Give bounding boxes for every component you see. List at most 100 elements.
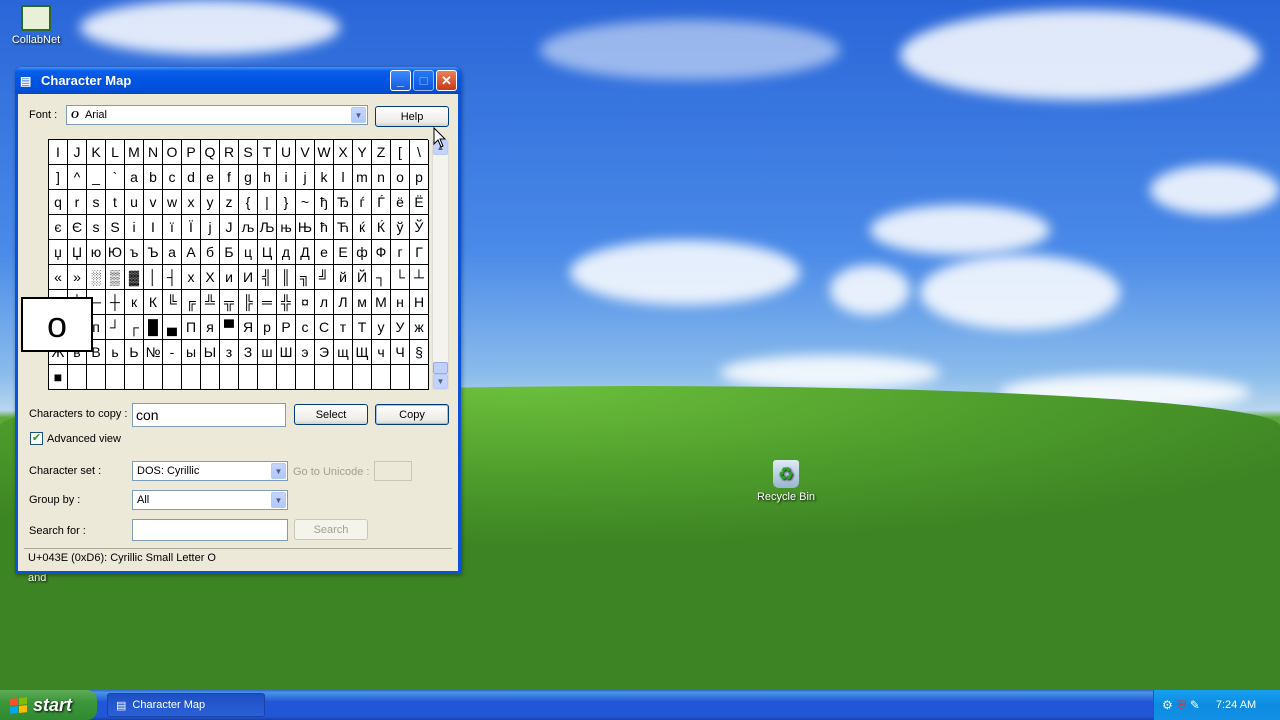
charset-combo[interactable]: DOS: Cyrillic ▼ — [132, 461, 288, 481]
desktop-icon-collabnet[interactable]: CollabNet — [0, 5, 74, 46]
character-cell[interactable] — [87, 365, 106, 390]
character-cell[interactable]: љ — [239, 215, 258, 240]
character-cell[interactable]: d — [182, 165, 201, 190]
character-cell[interactable]: Ю — [106, 240, 125, 265]
character-cell[interactable]: u — [125, 190, 144, 215]
character-cell[interactable]: Н — [410, 290, 429, 315]
character-cell[interactable]: Ї — [182, 215, 201, 240]
taskbar-item-character-map[interactable]: ▤ Character Map — [107, 693, 265, 717]
character-cell[interactable]: w — [163, 190, 182, 215]
character-cell[interactable]: ▄ — [163, 315, 182, 340]
character-cell[interactable]: O — [163, 140, 182, 165]
character-cell[interactable]: ъ — [125, 240, 144, 265]
minimize-button[interactable]: _ — [390, 70, 411, 91]
search-input[interactable] — [132, 519, 288, 541]
character-cell[interactable]: і — [125, 215, 144, 240]
character-cell[interactable]: Ф — [372, 240, 391, 265]
character-cell[interactable]: И — [239, 265, 258, 290]
character-cell[interactable]: э — [296, 340, 315, 365]
character-cell[interactable]: Ч — [391, 340, 410, 365]
character-cell[interactable]: X — [334, 140, 353, 165]
character-cell[interactable]: r — [68, 190, 87, 215]
character-cell[interactable]: P — [182, 140, 201, 165]
character-cell[interactable]: М — [372, 290, 391, 315]
advanced-view-checkbox[interactable]: ✔ — [30, 432, 43, 445]
character-cell[interactable]: j — [296, 165, 315, 190]
character-cell[interactable] — [163, 365, 182, 390]
character-cell[interactable]: S — [239, 140, 258, 165]
character-cell[interactable]: l — [334, 165, 353, 190]
character-cell[interactable]: Г — [410, 240, 429, 265]
character-cell[interactable]: h — [258, 165, 277, 190]
character-cell[interactable]: v — [144, 190, 163, 215]
character-cell[interactable]: y — [201, 190, 220, 215]
character-cell[interactable]: б — [201, 240, 220, 265]
character-cell[interactable]: ] — [49, 165, 68, 190]
character-cell[interactable]: Ђ — [334, 190, 353, 215]
character-cell[interactable]: ` — [106, 165, 125, 190]
character-cell[interactable]: т — [334, 315, 353, 340]
character-cell[interactable]: х — [182, 265, 201, 290]
character-cell[interactable]: Q — [201, 140, 220, 165]
character-cell[interactable] — [391, 365, 410, 390]
character-cell[interactable] — [315, 365, 334, 390]
chevron-down-icon[interactable]: ▼ — [271, 463, 286, 479]
character-cell[interactable]: x — [182, 190, 201, 215]
character-cell[interactable]: Й — [353, 265, 372, 290]
character-cell[interactable]: є — [49, 215, 68, 240]
character-cell[interactable]: o — [391, 165, 410, 190]
character-cell[interactable]: й — [334, 265, 353, 290]
character-cell[interactable]: ╝ — [315, 265, 334, 290]
character-cell[interactable]: b — [144, 165, 163, 190]
character-cell[interactable]: Ц — [258, 240, 277, 265]
character-cell[interactable]: Д — [296, 240, 315, 265]
character-cell[interactable]: ┌ — [125, 315, 144, 340]
character-cell[interactable]: ј — [201, 215, 220, 240]
character-cell[interactable] — [296, 365, 315, 390]
character-cell[interactable]: J — [68, 140, 87, 165]
character-cell[interactable]: њ — [277, 215, 296, 240]
character-cell[interactable]: ф — [353, 240, 372, 265]
character-cell[interactable]: Y — [353, 140, 372, 165]
character-cell[interactable]: д — [277, 240, 296, 265]
character-cell[interactable]: ┴ — [410, 265, 429, 290]
character-cell[interactable]: Л — [334, 290, 353, 315]
character-cell[interactable]: Ќ — [372, 215, 391, 240]
scroll-down-icon[interactable]: ▼ — [433, 374, 448, 389]
character-cell[interactable] — [201, 365, 220, 390]
character-cell[interactable]: ═ — [258, 290, 277, 315]
character-cell[interactable]: Љ — [258, 215, 277, 240]
character-cell[interactable]: } — [277, 190, 296, 215]
character-cell[interactable]: c — [163, 165, 182, 190]
network-icon[interactable]: ⚙ — [1162, 698, 1173, 712]
character-cell[interactable]: к — [125, 290, 144, 315]
character-cell[interactable]: [ — [391, 140, 410, 165]
character-cell[interactable]: Ё — [410, 190, 429, 215]
character-cell[interactable] — [277, 365, 296, 390]
character-cell[interactable]: Р — [277, 315, 296, 340]
character-cell[interactable]: m — [353, 165, 372, 190]
character-cell[interactable]: и — [220, 265, 239, 290]
character-cell[interactable]: р — [258, 315, 277, 340]
character-cell[interactable]: K — [87, 140, 106, 165]
character-cell[interactable]: └ — [391, 265, 410, 290]
character-cell[interactable] — [144, 365, 163, 390]
character-cell[interactable]: ѓ — [353, 190, 372, 215]
group-by-combo[interactable]: All ▼ — [132, 490, 288, 510]
character-cell[interactable]: м — [353, 290, 372, 315]
character-cell[interactable]: ╣ — [258, 265, 277, 290]
character-cell[interactable]: W — [315, 140, 334, 165]
copy-button[interactable]: Copy — [375, 404, 449, 425]
character-cell[interactable]: ж — [410, 315, 429, 340]
character-cell[interactable]: А — [182, 240, 201, 265]
character-cell[interactable]: f — [220, 165, 239, 190]
character-cell[interactable]: џ — [49, 240, 68, 265]
character-cell[interactable] — [410, 365, 429, 390]
character-cell[interactable]: ц — [239, 240, 258, 265]
character-cell[interactable]: M — [125, 140, 144, 165]
character-cell[interactable]: e — [201, 165, 220, 190]
character-cell[interactable]: ш — [258, 340, 277, 365]
character-cell[interactable]: ╦ — [220, 290, 239, 315]
character-cell[interactable]: С — [315, 315, 334, 340]
update-icon[interactable]: ✎ — [1190, 698, 1200, 712]
